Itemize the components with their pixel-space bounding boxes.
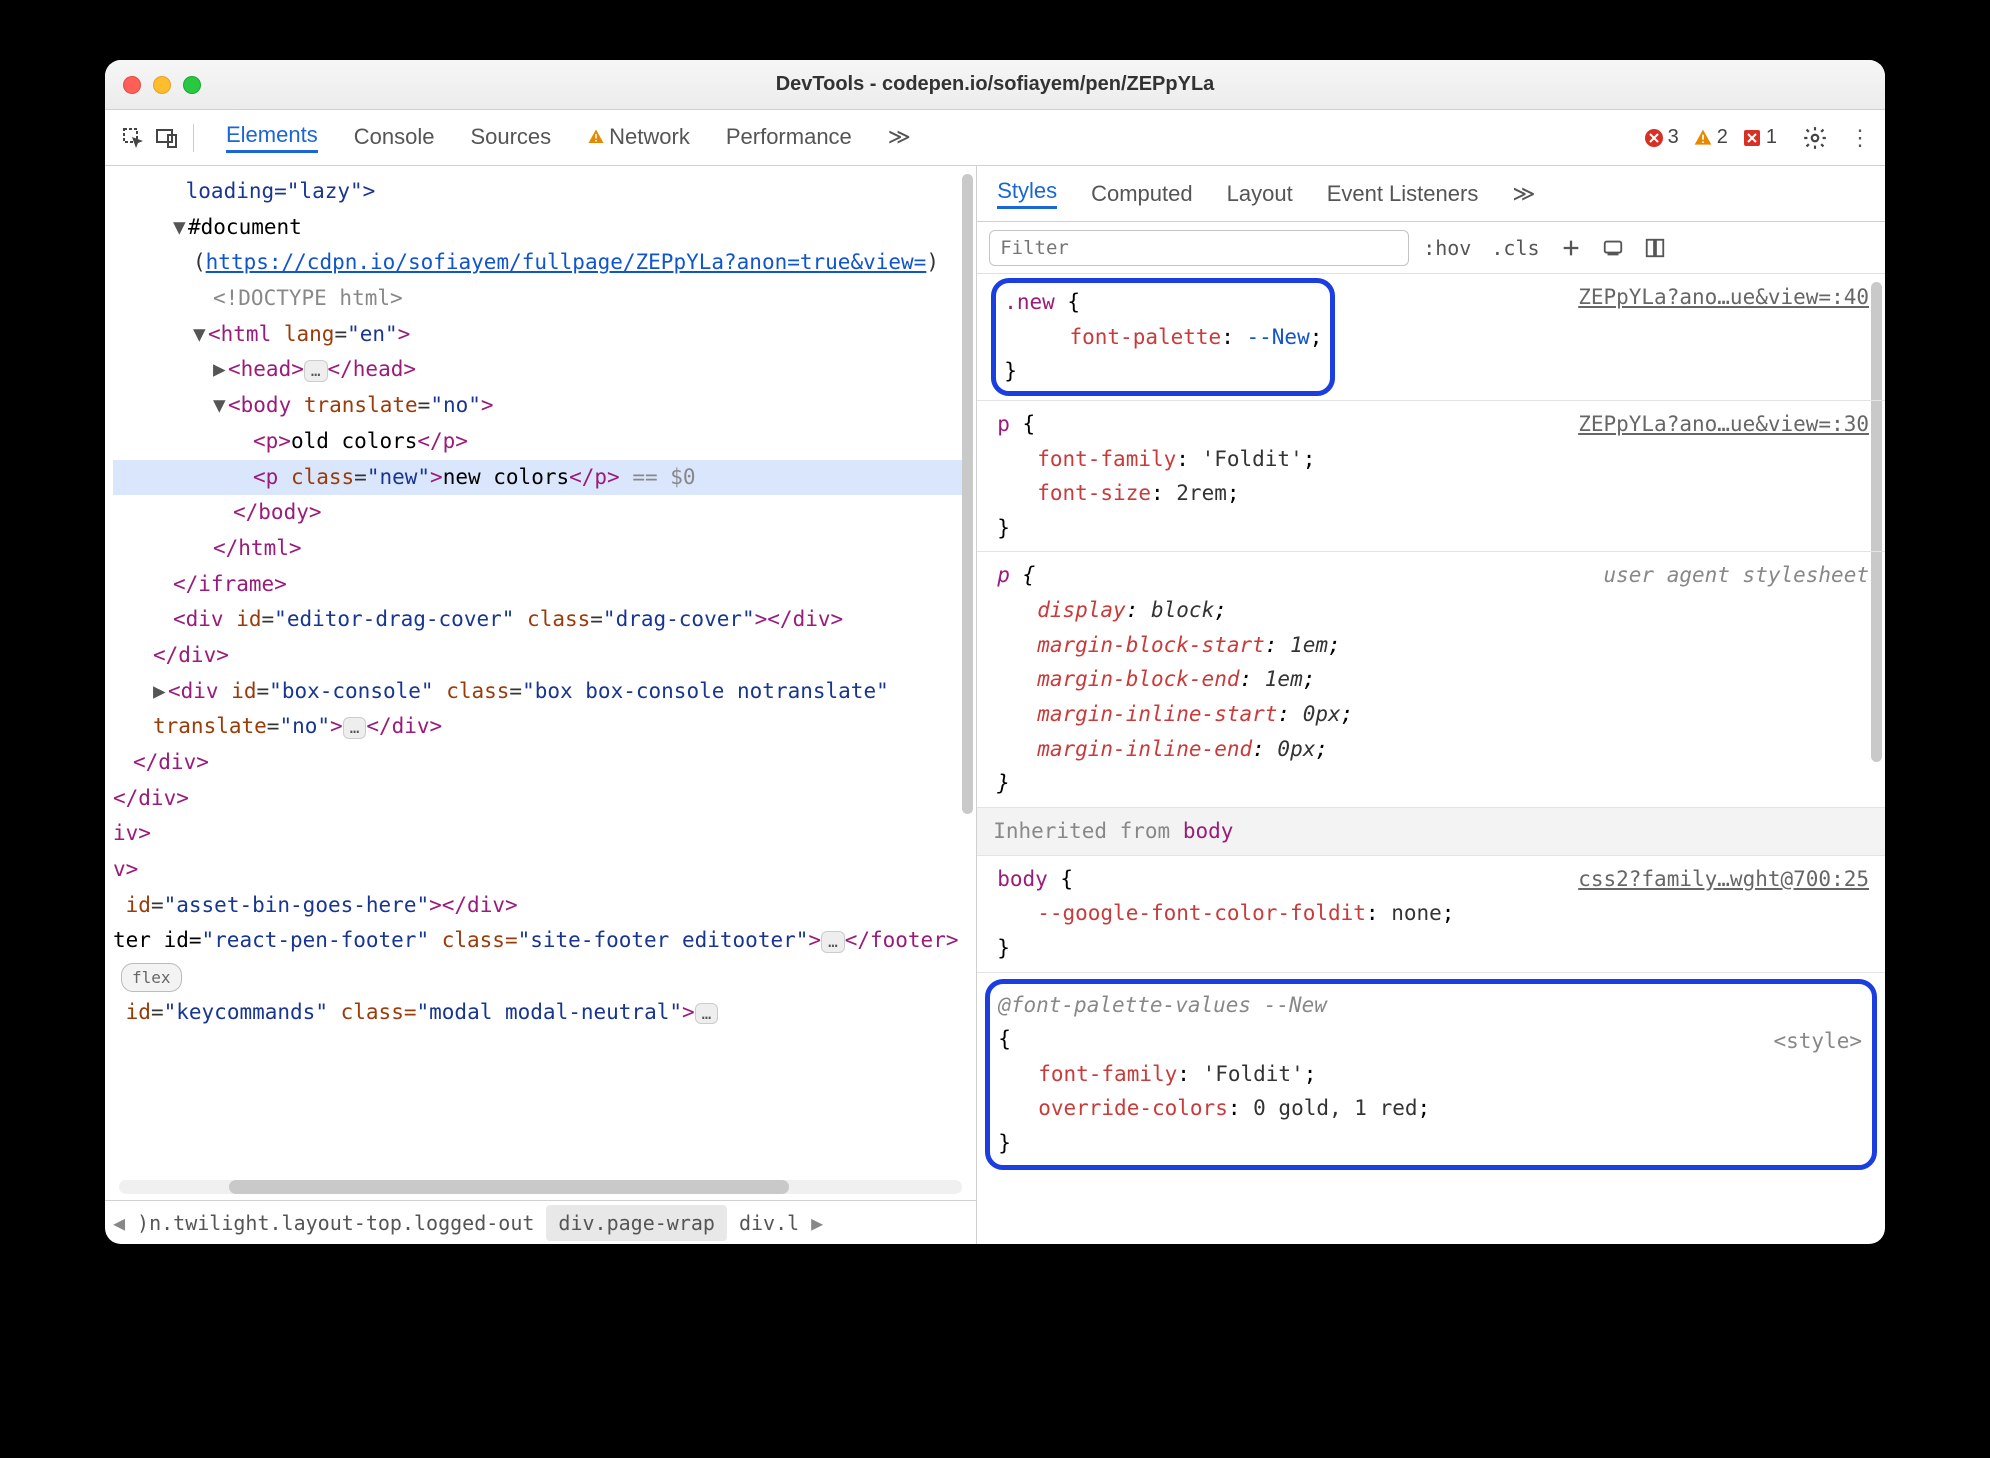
- divider: [193, 124, 194, 152]
- style-rule[interactable]: ZEPpYLa?ano…ue&view=:40 .new { font-pale…: [977, 274, 1885, 401]
- dom-line[interactable]: ▼#document: [113, 210, 970, 246]
- dom-line[interactable]: v>: [113, 852, 970, 888]
- tab-more[interactable]: ≫: [1512, 181, 1535, 207]
- zoom-icon[interactable]: [183, 76, 201, 94]
- tab-more[interactable]: ≫: [888, 124, 911, 152]
- scrollbar-vertical[interactable]: [962, 174, 973, 814]
- issue-counts[interactable]: 3 2 1: [1644, 126, 1777, 149]
- tab-console[interactable]: Console: [354, 124, 435, 152]
- dom-line[interactable]: (https://cdpn.io/sofiayem/fullpage/ZEPpY…: [113, 245, 970, 281]
- rule-source-ua: user agent stylesheet: [1603, 558, 1869, 593]
- styles-sidebar: Styles Computed Layout Event Listeners ≫…: [977, 166, 1885, 1244]
- rule-source-link[interactable]: ZEPpYLa?ano…ue&view=:30: [1578, 407, 1869, 442]
- dom-line[interactable]: id="asset-bin-goes-here"></div>: [113, 888, 970, 924]
- ellipsis-icon[interactable]: …: [343, 717, 367, 738]
- highlight-box: .new { font-palette: --New; }: [991, 278, 1335, 396]
- dom-line[interactable]: loading="lazy">: [113, 174, 970, 210]
- ellipsis-icon[interactable]: …: [821, 931, 845, 952]
- computed-styles-toggle-icon[interactable]: [1644, 237, 1666, 259]
- elements-panel: loading="lazy"> ▼#document (https://cdpn…: [105, 166, 977, 1244]
- panel-tabs: Elements Console Sources Network Perform…: [226, 110, 911, 165]
- rendering-emulations-icon[interactable]: [1602, 237, 1624, 259]
- dom-line[interactable]: </div>: [113, 781, 970, 817]
- content-area: loading="lazy"> ▼#document (https://cdpn…: [105, 166, 1885, 1244]
- styles-rules[interactable]: ZEPpYLa?ano…ue&view=:40 .new { font-pale…: [977, 274, 1885, 1244]
- breadcrumb-item-selected[interactable]: div.page-wrap: [546, 1205, 727, 1241]
- tab-network[interactable]: Network: [587, 124, 690, 152]
- sidebar-tabs: Styles Computed Layout Event Listeners ≫: [977, 166, 1885, 222]
- dom-line[interactable]: ▼<html lang="en">: [113, 317, 970, 353]
- tab-computed[interactable]: Computed: [1091, 181, 1193, 207]
- new-style-rule-icon[interactable]: [1560, 237, 1582, 259]
- scrollbar-horizontal[interactable]: [119, 1180, 962, 1194]
- ellipsis-icon[interactable]: …: [695, 1003, 719, 1024]
- crash-count[interactable]: 1: [1742, 126, 1777, 149]
- tab-performance[interactable]: Performance: [726, 124, 852, 152]
- dom-line[interactable]: </div>: [113, 745, 970, 781]
- minimize-icon[interactable]: [153, 76, 171, 94]
- style-rule[interactable]: ZEPpYLa?ano…ue&view=:30 p { font-family:…: [977, 401, 1885, 553]
- dom-line[interactable]: <!DOCTYPE html>: [113, 281, 970, 317]
- style-rule[interactable]: css2?family…wght@700:25 body { --google-…: [977, 856, 1885, 973]
- dom-line[interactable]: <div id="editor-drag-cover" class="drag-…: [113, 602, 970, 638]
- breadcrumb-scroll-left-icon[interactable]: ◀: [113, 1211, 125, 1235]
- breadcrumb: ◀ )n.twilight.layout-top.logged-out div.…: [105, 1200, 976, 1244]
- highlight-box: <style> @font-palette-values --New { fon…: [985, 979, 1877, 1170]
- tab-styles[interactable]: Styles: [997, 178, 1057, 209]
- devtools-window: DevTools - codepen.io/sofiayem/pen/ZEPpY…: [105, 60, 1885, 1244]
- kebab-menu-icon[interactable]: ⋮: [1849, 125, 1871, 151]
- dom-line[interactable]: ▼<body translate="no">: [113, 388, 970, 424]
- close-icon[interactable]: [123, 76, 141, 94]
- error-count[interactable]: 3: [1644, 126, 1679, 149]
- breadcrumb-item[interactable]: )n.twilight.layout-top.logged-out: [125, 1205, 546, 1241]
- dom-line[interactable]: ▶<head>…</head>: [113, 352, 970, 388]
- breadcrumb-item[interactable]: div.l: [727, 1205, 811, 1241]
- tab-event-listeners[interactable]: Event Listeners: [1327, 181, 1479, 207]
- window-title: DevTools - codepen.io/sofiayem/pen/ZEPpY…: [105, 73, 1885, 96]
- breadcrumb-scroll-right-icon[interactable]: ▶: [811, 1211, 823, 1235]
- cls-toggle[interactable]: .cls: [1491, 236, 1539, 260]
- dom-line[interactable]: iv>: [113, 816, 970, 852]
- style-rule-ua[interactable]: user agent stylesheet p { display: block…: [977, 552, 1885, 807]
- device-toggle-icon[interactable]: [153, 124, 181, 152]
- rule-source-link[interactable]: <style>: [1773, 1024, 1862, 1059]
- styles-toolbar: :hov .cls: [977, 222, 1885, 274]
- flex-badge[interactable]: flex: [121, 963, 182, 992]
- dom-selected-node[interactable]: <p class="new">new colors</p> == $0: [113, 460, 970, 496]
- rule-source-link[interactable]: ZEPpYLa?ano…ue&view=:40: [1578, 280, 1869, 315]
- inspect-icon[interactable]: [119, 124, 147, 152]
- titlebar: DevTools - codepen.io/sofiayem/pen/ZEPpY…: [105, 60, 1885, 110]
- settings-gear-icon[interactable]: [1801, 124, 1829, 152]
- dom-line[interactable]: ter id="react-pen-footer" class="site-fo…: [113, 923, 970, 994]
- dom-line[interactable]: ▶<div id="box-console" class="box box-co…: [113, 674, 970, 745]
- tab-layout[interactable]: Layout: [1227, 181, 1293, 207]
- rule-source-link[interactable]: css2?family…wght@700:25: [1578, 862, 1869, 897]
- dom-line[interactable]: </div>: [113, 638, 970, 674]
- dom-line[interactable]: </iframe>: [113, 567, 970, 603]
- dom-line[interactable]: </html>: [113, 531, 970, 567]
- iframe-url-link[interactable]: https://cdpn.io/sofiayem/fullpage/ZEPpYL…: [206, 250, 927, 274]
- traffic-lights: [123, 76, 201, 94]
- tab-sources[interactable]: Sources: [470, 124, 551, 152]
- warning-count[interactable]: 2: [1693, 126, 1728, 149]
- main-toolbar: Elements Console Sources Network Perform…: [105, 110, 1885, 166]
- ellipsis-icon[interactable]: …: [304, 360, 328, 381]
- styles-filter-input[interactable]: [989, 230, 1409, 266]
- dom-line[interactable]: <p>old colors</p>: [113, 424, 970, 460]
- dom-line[interactable]: id="keycommands" class="modal modal-neut…: [113, 995, 970, 1031]
- at-rule-header: @font-palette-values --New: [998, 988, 1864, 1023]
- hov-toggle[interactable]: :hov: [1423, 236, 1471, 260]
- tab-elements[interactable]: Elements: [226, 122, 318, 153]
- scrollbar-thumb[interactable]: [229, 1180, 789, 1194]
- dom-tree[interactable]: loading="lazy"> ▼#document (https://cdpn…: [105, 166, 976, 1176]
- inherited-separator: Inherited from body: [977, 808, 1885, 856]
- dom-line[interactable]: </body>: [113, 495, 970, 531]
